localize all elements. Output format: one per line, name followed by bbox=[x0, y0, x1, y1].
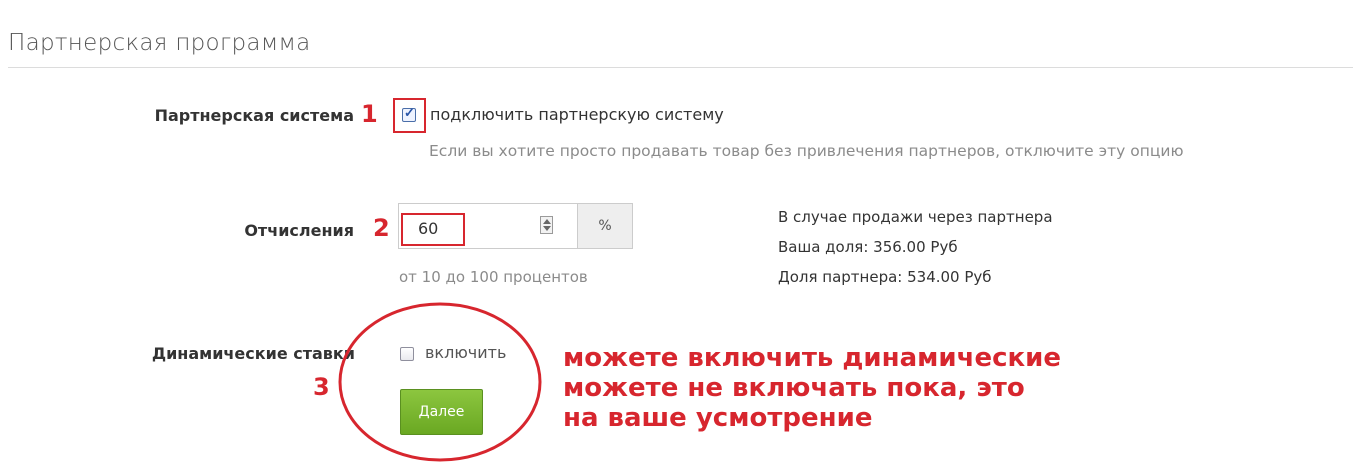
partner-share: Доля партнера: 534.00 Руб bbox=[778, 268, 992, 286]
annotation-circle-ellipse bbox=[338, 302, 542, 462]
partner-system-checkbox[interactable]: ✓ bbox=[402, 105, 416, 122]
spinner-down-icon[interactable] bbox=[543, 226, 551, 231]
checkmark-icon: ✓ bbox=[404, 105, 415, 120]
section-divider bbox=[8, 67, 1353, 68]
partner-system-label: Партнерская система bbox=[154, 106, 354, 125]
annotation-circle bbox=[338, 302, 542, 462]
partner-sale-info-title: В случае продажи через партнера bbox=[778, 208, 1053, 226]
annotation-number-1: 1 bbox=[361, 100, 378, 128]
dynamic-rates-label: Динамические ставки bbox=[151, 344, 355, 363]
annotation-number-3: 3 bbox=[313, 373, 330, 401]
commission-label: Отчисления bbox=[244, 221, 354, 240]
note-line-1: можете включить динамические bbox=[563, 343, 1062, 373]
partner-system-hint: Если вы хотите просто продавать товар бе… bbox=[429, 142, 1184, 160]
spinner-up-icon[interactable] bbox=[543, 219, 551, 224]
your-share: Ваша доля: 356.00 Руб bbox=[778, 238, 958, 256]
note-line-2: можете не включать пока, это bbox=[563, 373, 1025, 403]
section-title: Партнерская программа bbox=[8, 30, 311, 56]
commission-hint: от 10 до 100 процентов bbox=[399, 268, 588, 286]
annotation-number-2: 2 bbox=[373, 214, 390, 242]
note-line-3: на ваше усмотрение bbox=[563, 403, 873, 433]
percent-addon: % bbox=[577, 203, 633, 249]
commission-input[interactable]: 60 bbox=[418, 219, 438, 238]
commission-spinner[interactable] bbox=[540, 216, 553, 234]
partner-system-checkbox-label[interactable]: подключить партнерскую систему bbox=[430, 105, 724, 124]
